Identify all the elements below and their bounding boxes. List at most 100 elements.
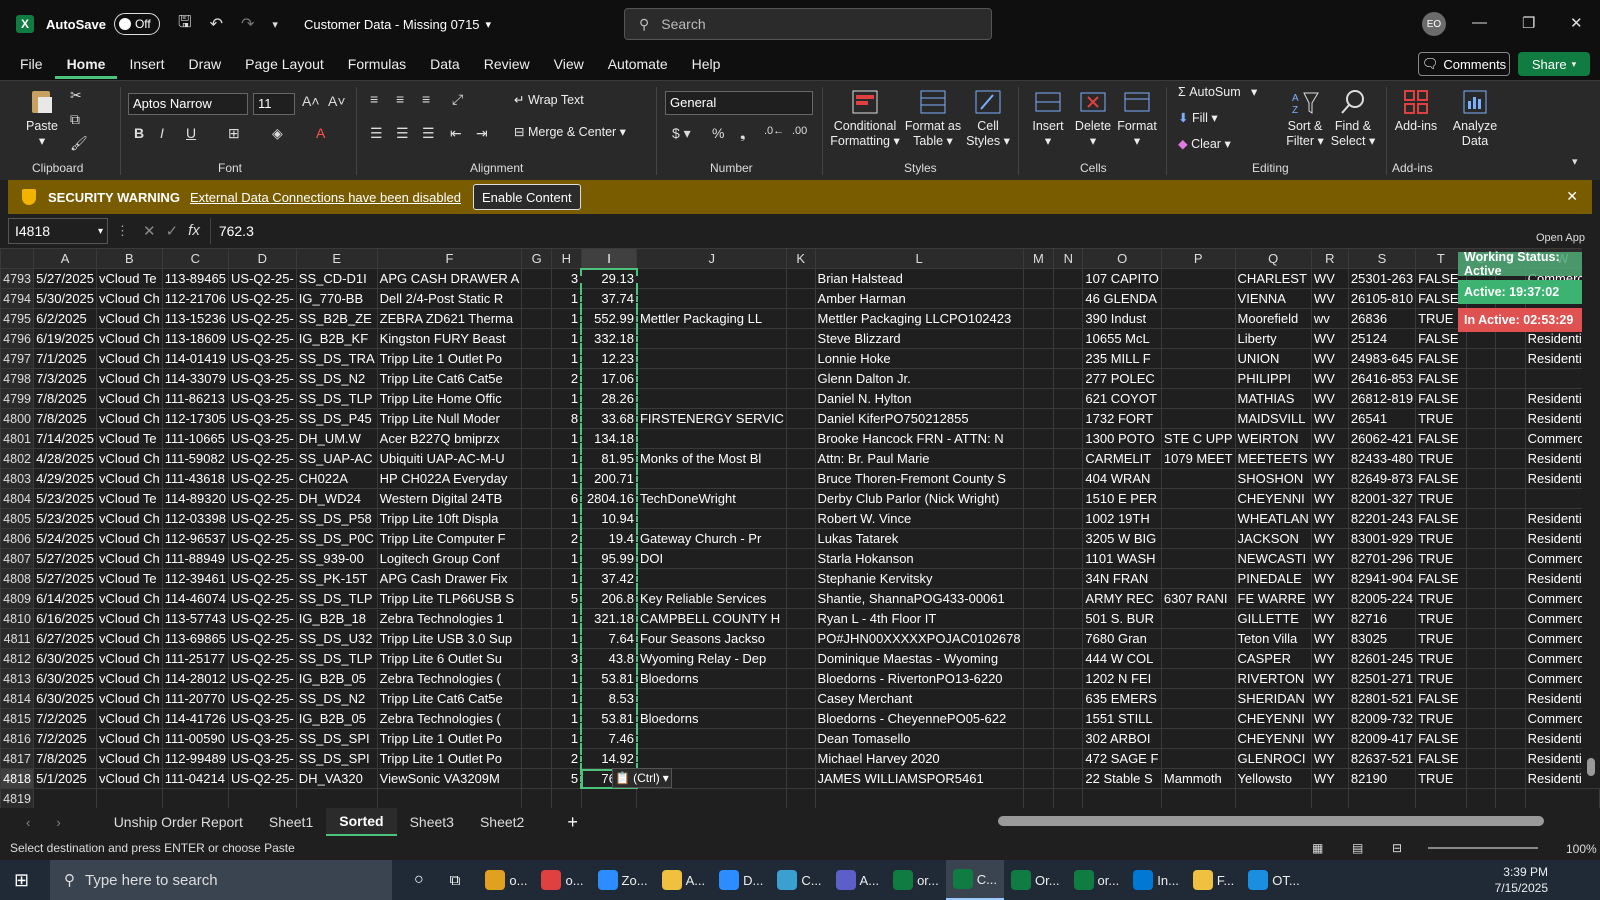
cell-H4795[interactable]: 1 bbox=[550, 308, 582, 329]
cell-K4812[interactable] bbox=[785, 648, 816, 669]
cell-J4794[interactable] bbox=[636, 288, 787, 309]
cell-P4798[interactable] bbox=[1160, 368, 1236, 389]
cell-V4812[interactable] bbox=[1495, 648, 1526, 669]
fill-color-icon[interactable]: ◈ bbox=[272, 125, 283, 142]
cell-B4818[interactable]: vCloud Ch bbox=[96, 768, 163, 789]
cell-V4802[interactable] bbox=[1495, 448, 1526, 469]
cell-Q4795[interactable]: Moorefield bbox=[1234, 308, 1312, 329]
cell-A4815[interactable]: 7/2/2025 bbox=[33, 708, 98, 729]
cell-S4795[interactable]: 26836 bbox=[1347, 308, 1417, 329]
cell-R4813[interactable]: WY bbox=[1310, 668, 1349, 689]
cell-F4818[interactable]: ViewSonic VA3209M bbox=[376, 768, 523, 789]
cell-A4807[interactable]: 5/27/2025 bbox=[33, 548, 98, 569]
cell-K4805[interactable] bbox=[785, 508, 816, 529]
cell-S4794[interactable]: 26105-810 bbox=[1347, 288, 1417, 309]
cell-K4807[interactable] bbox=[785, 548, 816, 569]
cell-C4794[interactable]: 112-21706 bbox=[161, 288, 229, 309]
menu-insert[interactable]: Insert bbox=[117, 56, 176, 72]
cell-H4811[interactable]: 1 bbox=[550, 628, 582, 649]
cell-U4797[interactable] bbox=[1465, 348, 1497, 369]
cell-G4816[interactable] bbox=[521, 728, 552, 749]
taskbar-app[interactable]: C... bbox=[945, 860, 1004, 900]
cell-Q4811[interactable]: Teton Villa bbox=[1234, 628, 1312, 649]
cell-V4803[interactable] bbox=[1495, 468, 1526, 489]
cell-L4796[interactable]: Steve Blizzard bbox=[814, 328, 1024, 349]
cell-T4800[interactable]: TRUE bbox=[1415, 408, 1467, 429]
cell-O4794[interactable]: 46 GLENDA bbox=[1082, 288, 1162, 309]
cell-L4803[interactable]: Bruce Thoren-Fremont County S bbox=[814, 468, 1024, 489]
cell-Q4815[interactable]: CHEYENNI bbox=[1234, 708, 1312, 729]
cell-U4801[interactable] bbox=[1465, 428, 1497, 449]
cell-E4798[interactable]: SS_DS_N2 bbox=[295, 368, 378, 389]
cell-O4807[interactable]: 1101 WASH bbox=[1082, 548, 1162, 569]
add-sheet-icon[interactable]: + bbox=[567, 812, 578, 833]
cell-T4804[interactable]: TRUE bbox=[1415, 488, 1467, 509]
increase-indent-icon[interactable]: ⇥ bbox=[476, 125, 488, 142]
orientation-icon[interactable]: ⤢ bbox=[452, 91, 463, 108]
comments-button[interactable]: 🗨 Comments bbox=[1418, 52, 1510, 76]
cell-I4806[interactable]: 19.4 bbox=[580, 528, 638, 549]
row-header[interactable]: 4801 bbox=[0, 428, 35, 449]
cell-P4810[interactable] bbox=[1160, 608, 1236, 629]
cell-L4793[interactable]: Brian Halstead bbox=[814, 268, 1024, 289]
cell-G4805[interactable] bbox=[521, 508, 552, 529]
cell-R4814[interactable]: WY bbox=[1310, 688, 1349, 709]
cell-R4797[interactable]: WV bbox=[1310, 348, 1349, 369]
cell-N4805[interactable] bbox=[1053, 508, 1084, 529]
cell-P4818[interactable]: Mammoth bbox=[1160, 768, 1236, 789]
cell-D4793[interactable]: US-Q2-25- bbox=[227, 268, 297, 289]
cell-S4798[interactable]: 26416-853 bbox=[1347, 368, 1417, 389]
cell-I4793[interactable]: 29.13 bbox=[580, 268, 638, 289]
cell-M4812[interactable] bbox=[1022, 648, 1055, 669]
cell-O4811[interactable]: 7680 Gran bbox=[1082, 628, 1162, 649]
cell-A4795[interactable]: 6/2/2025 bbox=[33, 308, 98, 329]
cell-P4795[interactable] bbox=[1160, 308, 1236, 329]
cell-N4817[interactable] bbox=[1053, 748, 1084, 769]
system-clock[interactable]: 3:39 PM 7/15/2025 bbox=[1484, 864, 1548, 896]
cell-Q4805[interactable]: WHEATLAN bbox=[1234, 508, 1312, 529]
cell-E4810[interactable]: IG_B2B_18 bbox=[295, 608, 378, 629]
cell-U4814[interactable] bbox=[1465, 688, 1497, 709]
column-header-M[interactable]: M bbox=[1022, 248, 1055, 269]
cell-D4815[interactable]: US-Q3-25- bbox=[227, 708, 297, 729]
cell-E4812[interactable]: SS_DS_TLP bbox=[295, 648, 378, 669]
taskbar-app[interactable]: o... bbox=[534, 860, 590, 900]
cell-N4804[interactable] bbox=[1053, 488, 1084, 509]
cell-styles-button[interactable]: Cell Styles ▾ bbox=[966, 87, 1010, 149]
cell-V4813[interactable] bbox=[1495, 668, 1526, 689]
cell-R4800[interactable]: WV bbox=[1310, 408, 1349, 429]
addins-button[interactable]: Add-ins bbox=[1392, 87, 1440, 134]
currency-icon[interactable]: $ ▾ bbox=[672, 125, 691, 142]
cell-O4799[interactable]: 621 COYOT bbox=[1082, 388, 1162, 409]
cell-I4817[interactable]: 14.92 bbox=[580, 748, 638, 769]
cell-S4797[interactable]: 24983-645 bbox=[1347, 348, 1417, 369]
cell-I4803[interactable]: 200.71 bbox=[580, 468, 638, 489]
cell-J4804[interactable]: TechDoneWright bbox=[636, 488, 787, 509]
menu-file[interactable]: File bbox=[8, 56, 55, 72]
cell-N4808[interactable] bbox=[1053, 568, 1084, 589]
cell-N4814[interactable] bbox=[1053, 688, 1084, 709]
decrease-indent-icon[interactable]: ⇤ bbox=[450, 125, 462, 142]
cell-B4817[interactable]: vCloud Ch bbox=[96, 748, 163, 769]
cell-A4793[interactable]: 5/27/2025 bbox=[33, 268, 98, 289]
cell-R4802[interactable]: WY bbox=[1310, 448, 1349, 469]
italic-icon[interactable]: I bbox=[160, 125, 164, 141]
cell-P4799[interactable] bbox=[1160, 388, 1236, 409]
column-header-G[interactable]: G bbox=[521, 248, 552, 269]
cell-A4799[interactable]: 7/8/2025 bbox=[33, 388, 98, 409]
cell-O4793[interactable]: 107 CAPITO bbox=[1082, 268, 1162, 289]
cell-A4805[interactable]: 5/23/2025 bbox=[33, 508, 98, 529]
cell-T4810[interactable]: TRUE bbox=[1415, 608, 1467, 629]
cell-V4797[interactable] bbox=[1495, 348, 1526, 369]
cell-K4796[interactable] bbox=[785, 328, 816, 349]
cell-K4818[interactable] bbox=[785, 768, 816, 789]
cell-M4808[interactable] bbox=[1022, 568, 1055, 589]
cell-N4807[interactable] bbox=[1053, 548, 1084, 569]
row-header[interactable]: 4803 bbox=[0, 468, 35, 489]
cell-U4803[interactable] bbox=[1465, 468, 1497, 489]
cell-L4818[interactable]: JAMES WILLIAMSPOR5461 bbox=[814, 768, 1024, 789]
cell-A4816[interactable]: 7/2/2025 bbox=[33, 728, 98, 749]
cell-D4796[interactable]: US-Q2-25- bbox=[227, 328, 297, 349]
cell-L4794[interactable]: Amber Harman bbox=[814, 288, 1024, 309]
cell-F4793[interactable]: APG CASH DRAWER A bbox=[376, 268, 523, 289]
